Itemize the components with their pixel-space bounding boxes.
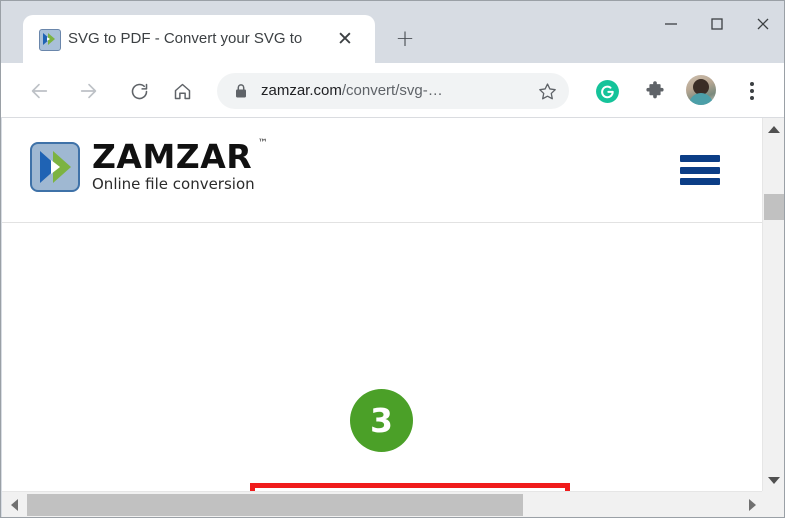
zamzar-logo-mark-icon <box>30 141 80 192</box>
logo-tagline: Online file conversion <box>92 175 255 193</box>
star-icon[interactable] <box>537 81 559 103</box>
logo-name: ZAMZAR <box>92 137 253 176</box>
browser-toolbar: zamzar.com/convert/svg-… <box>1 63 784 118</box>
browser-window: SVG to PDF - Convert your SVG to ✕ + zam… <box>0 0 785 518</box>
reload-icon[interactable] <box>123 75 155 107</box>
zamzar-page: ZAMZAR ™ Online file conversion 3 Conver… <box>2 118 762 491</box>
tab-close-icon[interactable]: ✕ <box>331 25 359 53</box>
minimize-button[interactable] <box>648 1 694 47</box>
forward-arrow-icon[interactable] <box>73 75 105 107</box>
tab-title: SVG to PDF - Convert your SVG to <box>68 30 303 47</box>
url-text: zamzar.com/convert/svg-… <box>261 81 539 101</box>
maximize-button[interactable] <box>694 1 740 47</box>
three-dot-menu-icon[interactable] <box>737 75 767 107</box>
vertical-scrollbar-thumb[interactable] <box>764 194 784 220</box>
horizontal-scrollbar[interactable] <box>2 491 784 517</box>
annotation-highlight-box <box>250 483 570 491</box>
step-number-badge: 3 <box>350 389 413 452</box>
scroll-right-arrow-icon[interactable] <box>743 496 761 514</box>
puzzle-icon[interactable] <box>639 75 671 107</box>
horizontal-scrollbar-thumb[interactable] <box>27 494 523 516</box>
avatar-body <box>689 93 713 105</box>
scrollbar-corner <box>762 491 784 517</box>
address-bar[interactable]: zamzar.com/convert/svg-… <box>217 73 569 109</box>
grammarly-icon[interactable] <box>591 75 623 107</box>
lock-icon <box>234 83 248 99</box>
avatar[interactable] <box>686 75 716 105</box>
scroll-up-arrow-icon[interactable] <box>763 120 784 138</box>
close-window-button[interactable] <box>740 1 784 47</box>
back-arrow-icon[interactable] <box>23 75 55 107</box>
site-header: ZAMZAR ™ Online file conversion <box>2 118 762 223</box>
logo-trademark: ™ <box>257 138 268 149</box>
hamburger-menu-icon[interactable] <box>680 155 720 185</box>
scroll-down-arrow-icon[interactable] <box>763 471 784 489</box>
tab-strip: SVG to PDF - Convert your SVG to ✕ + <box>1 1 784 63</box>
page-viewport: ZAMZAR ™ Online file conversion 3 Conver… <box>2 118 784 517</box>
new-tab-button[interactable]: + <box>389 23 421 55</box>
home-icon[interactable] <box>166 75 198 107</box>
url-path: /convert/svg-… <box>341 82 443 99</box>
zamzar-favicon-icon <box>39 29 61 51</box>
url-domain: zamzar.com <box>261 82 342 99</box>
zamzar-logo[interactable]: ZAMZAR ™ Online file conversion <box>30 137 268 193</box>
vertical-scrollbar[interactable] <box>762 118 784 491</box>
window-controls <box>648 1 784 49</box>
zamzar-wordmark: ZAMZAR ™ Online file conversion <box>92 137 268 193</box>
scroll-left-arrow-icon[interactable] <box>5 496 23 514</box>
browser-tab[interactable]: SVG to PDF - Convert your SVG to ✕ <box>23 15 375 63</box>
